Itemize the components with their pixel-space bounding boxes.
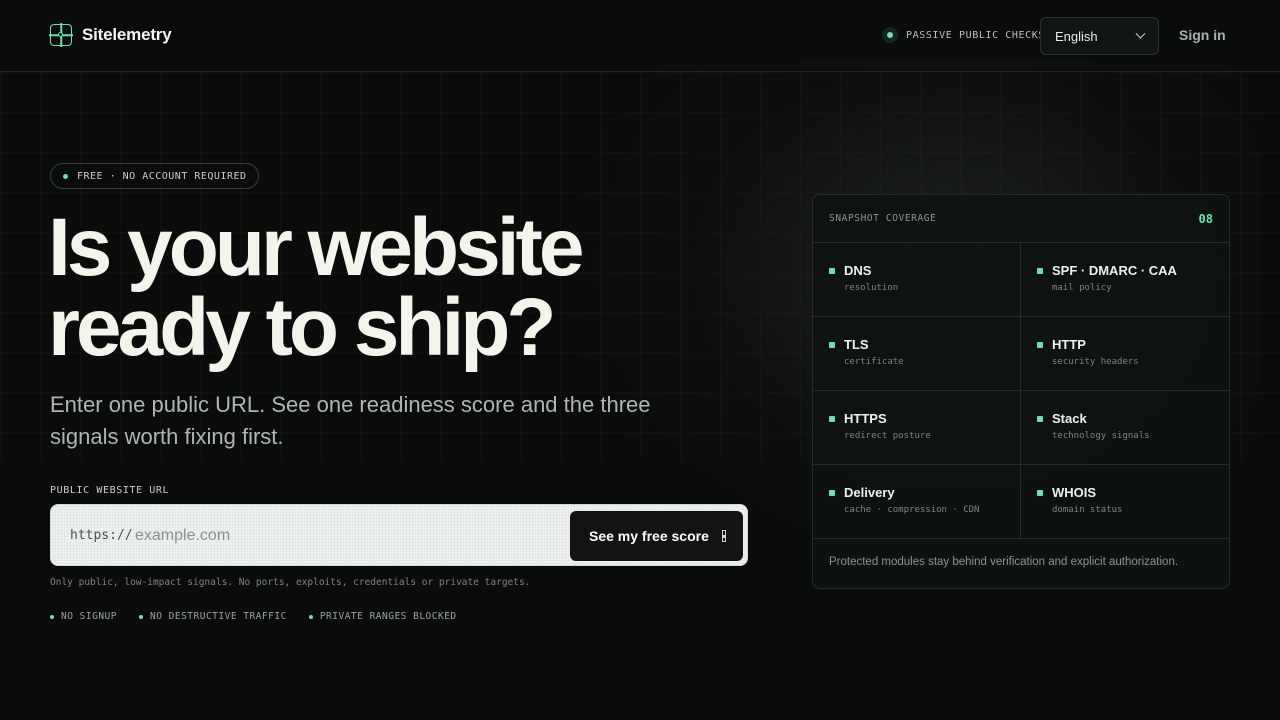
coverage-item-delivery: Delivery cache · compression · CDN <box>813 465 1021 539</box>
item-dot-icon <box>829 490 835 496</box>
status-dot-icon <box>882 27 898 43</box>
headline-line-1: Is your website <box>48 202 584 293</box>
badge-no-destructive: NO DESTRUCTIVE TRAFFIC <box>138 611 287 622</box>
badge-label: NO DESTRUCTIVE TRAFFIC <box>149 611 287 622</box>
brand-name: Sitelemetry <box>82 25 172 44</box>
logo-crosshair-icon <box>50 24 72 46</box>
coverage-item-stack: Stack technology signals <box>1021 391 1229 465</box>
coverage-item-sub: technology signals <box>1052 431 1150 441</box>
top-navbar: Sitelemetry PASSIVE PUBLIC CHECKS Englis… <box>0 0 1280 72</box>
sign-in-link[interactable]: Sign in <box>1179 27 1226 43</box>
see-score-label: See my free score <box>589 528 709 544</box>
coverage-item-title: HTTPS <box>844 411 887 426</box>
coverage-panel: SNAPSHOT COVERAGE 08 DNS resolution SPF … <box>812 194 1230 589</box>
coverage-item-title: Delivery <box>844 485 895 500</box>
coverage-item-sub: certificate <box>844 357 904 367</box>
coverage-item-sub: security headers <box>1052 357 1139 367</box>
coverage-item-mail: SPF · DMARC · CAA mail policy <box>1021 243 1229 317</box>
item-dot-icon <box>1037 342 1043 348</box>
url-prefix: https:// <box>70 528 133 543</box>
see-score-button[interactable]: See my free score <box>570 511 743 561</box>
trust-badges: NO SIGNUP NO DESTRUCTIVE TRAFFIC PRIVATE… <box>50 611 457 622</box>
badge-dot-icon <box>50 614 54 619</box>
gauge-icon <box>721 530 726 542</box>
coverage-item-sub: cache · compression · CDN <box>844 505 980 515</box>
coverage-item-sub: resolution <box>844 283 899 293</box>
coverage-grid: DNS resolution SPF · DMARC · CAA mail po… <box>813 243 1229 539</box>
url-input[interactable] <box>135 523 555 549</box>
coverage-item-sub: domain status <box>1052 505 1123 515</box>
item-dot-icon <box>829 342 835 348</box>
badge-no-signup: NO SIGNUP <box>50 611 117 622</box>
item-dot-icon <box>829 268 835 274</box>
url-field-label: PUBLIC WEBSITE URL <box>50 485 170 496</box>
coverage-header: SNAPSHOT COVERAGE 08 <box>813 195 1229 243</box>
pill-dot-icon <box>63 173 68 179</box>
hero-subtitle: Enter one public URL. See one readiness … <box>50 392 651 449</box>
coverage-item-tls: TLS certificate <box>813 317 1021 391</box>
badge-dot-icon <box>138 614 143 619</box>
item-dot-icon <box>1037 490 1043 496</box>
status-text: PASSIVE PUBLIC CHECKS <box>906 29 1046 41</box>
language-selected: English <box>1055 28 1098 44</box>
badge-dot-icon <box>308 614 313 619</box>
coverage-item-http: HTTP security headers <box>1021 317 1229 391</box>
status-indicator: PASSIVE PUBLIC CHECKS <box>882 27 1045 43</box>
coverage-item-title: SPF · DMARC · CAA <box>1052 263 1177 278</box>
coverage-item-whois: WHOIS domain status <box>1021 465 1229 539</box>
item-dot-icon <box>829 416 835 422</box>
coverage-item-title: TLS <box>844 337 869 352</box>
headline-line-2: ready to ship? <box>48 282 556 373</box>
coverage-item-sub: redirect posture <box>844 431 931 441</box>
chevron-down-icon <box>1135 28 1146 39</box>
url-form: https:// See my free score <box>50 504 748 566</box>
item-dot-icon <box>1037 416 1043 422</box>
coverage-footer: Protected modules stay behind verificati… <box>829 556 1179 568</box>
coverage-item-title: WHOIS <box>1052 485 1097 500</box>
page-title: Is your website ready to ship? <box>48 207 748 369</box>
badge-label: NO SIGNUP <box>61 611 117 622</box>
coverage-title: SNAPSHOT COVERAGE <box>829 213 937 224</box>
coverage-count: 08 <box>1198 211 1213 226</box>
item-dot-icon <box>1037 268 1043 274</box>
free-pill: FREE · NO ACCOUNT REQUIRED <box>50 163 259 189</box>
coverage-item-title: HTTP <box>1052 337 1086 352</box>
badge-private-ranges: PRIVATE RANGES BLOCKED <box>308 611 457 622</box>
coverage-item-https: HTTPS redirect posture <box>813 391 1021 465</box>
coverage-item-sub: mail policy <box>1052 283 1112 293</box>
language-select[interactable]: English <box>1040 17 1159 55</box>
brand[interactable]: Sitelemetry <box>50 24 172 46</box>
badge-label: PRIVATE RANGES BLOCKED <box>319 611 457 622</box>
coverage-item-title: Stack <box>1052 411 1087 426</box>
coverage-item-title: DNS <box>844 263 872 278</box>
coverage-item-dns: DNS resolution <box>813 243 1021 317</box>
pill-text: FREE · NO ACCOUNT REQUIRED <box>77 170 247 182</box>
disclaimer-text: Only public, low-impact signals. No port… <box>50 577 531 588</box>
